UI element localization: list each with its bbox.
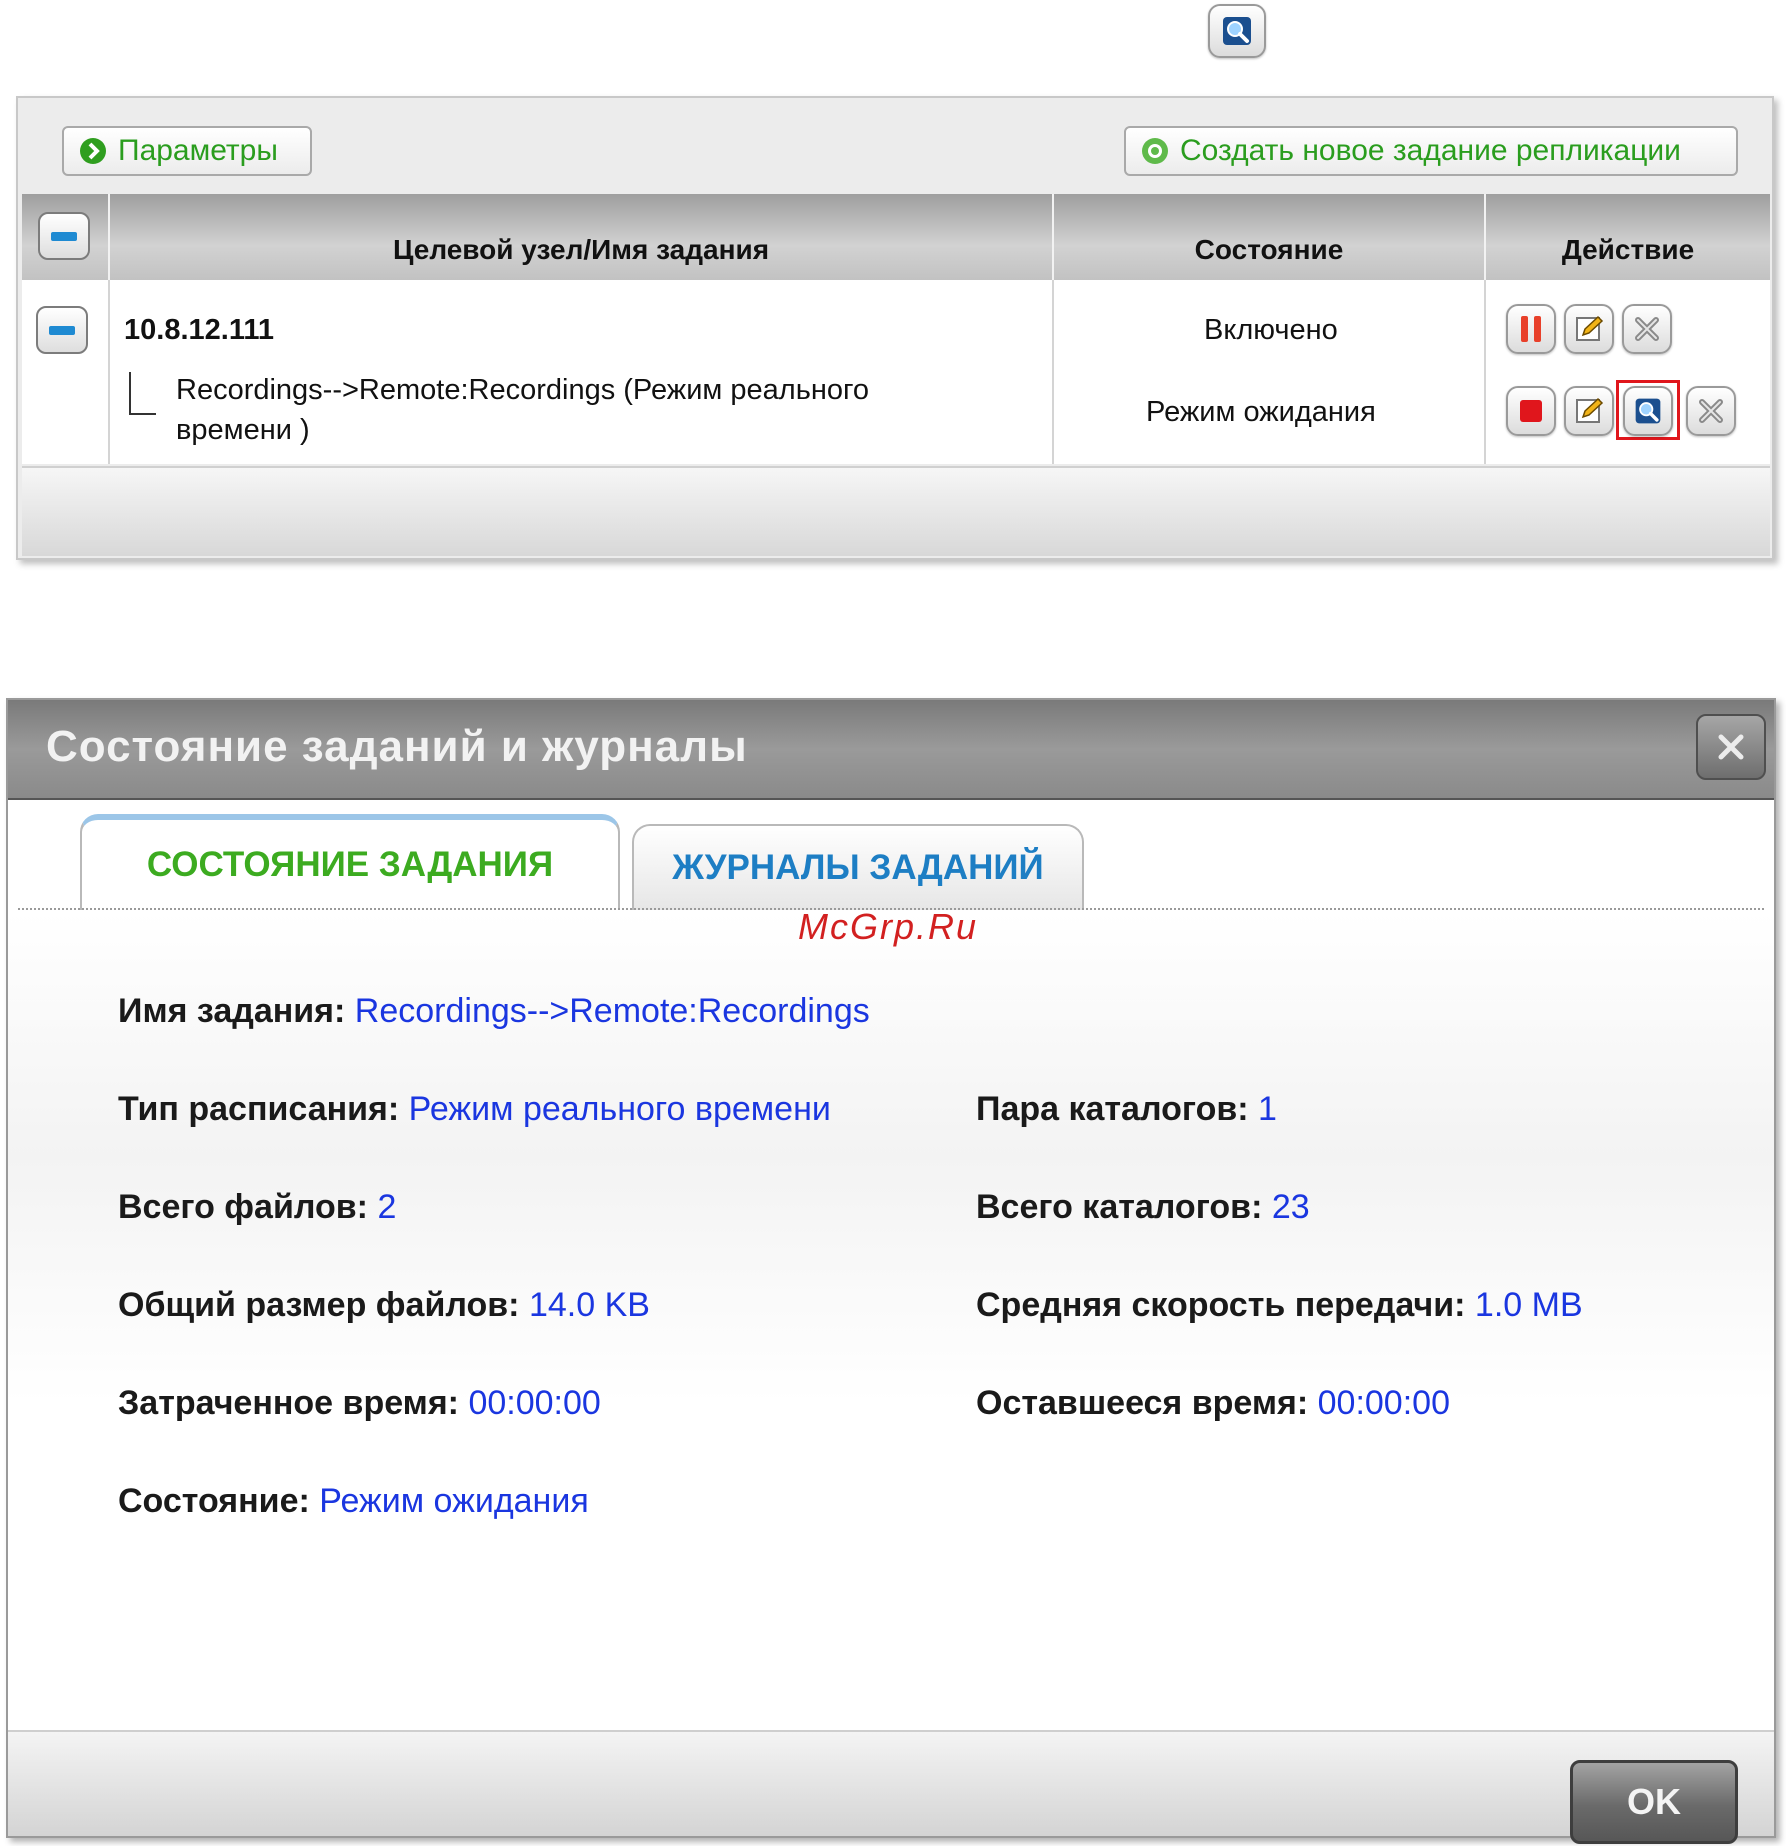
stop-job-button[interactable] <box>1506 386 1556 436</box>
parameters-button[interactable]: Параметры <box>62 126 312 176</box>
field-total-folders: Всего каталогов: 23 <box>976 1188 1310 1226</box>
delete-x-icon <box>1635 317 1659 341</box>
view-job-status-button[interactable] <box>1623 386 1673 436</box>
plus-circle-icon <box>1142 138 1168 164</box>
edit-pencil-icon <box>1576 397 1604 423</box>
watermark: McGrp.Ru <box>798 906 979 947</box>
dialog-body: Имя задания: Recordings-->Remote:Recordi… <box>8 912 1774 1730</box>
column-header-action: Действие <box>1561 234 1695 265</box>
close-button[interactable] <box>1696 714 1766 780</box>
delete-x-icon <box>1699 399 1723 423</box>
job-name-line1: Recordings-->Remote:Recordings (Режим ре… <box>176 374 870 406</box>
collapse-host-button[interactable] <box>36 306 88 354</box>
pause-button[interactable] <box>1506 304 1556 354</box>
magnifier-icon <box>1635 398 1661 424</box>
dialog-titlebar: Состояние заданий и журналы <box>8 700 1774 800</box>
edit-pencil-icon <box>1576 315 1604 341</box>
list-footer <box>22 466 1770 556</box>
field-schedule-type: Тип расписания: Режим реального времени <box>118 1090 831 1128</box>
header-collapse-cell <box>22 194 110 280</box>
field-elapsed-time: Затраченное время: 00:00:00 <box>118 1384 601 1422</box>
tab-job-status[interactable]: СОСТОЯНИЕ ЗАДАНИЯ <box>80 814 620 910</box>
view-details-icon-callout <box>1208 4 1266 58</box>
ok-button[interactable]: OK <box>1570 1760 1738 1844</box>
replication-jobs-table: Целевой узел/Имя задания Состояние Дейст… <box>22 194 1770 464</box>
host-name: 10.8.12.111 <box>124 314 274 346</box>
replication-list-panel: Параметры Создать новое задание репликац… <box>16 96 1774 560</box>
edit-host-button[interactable] <box>1564 304 1614 354</box>
create-replication-job-label: Создать новое задание репликации <box>1180 134 1681 167</box>
delete-host-button[interactable] <box>1622 304 1672 354</box>
magnifier-icon <box>1223 17 1251 45</box>
arrow-right-circle-icon <box>80 138 106 164</box>
pause-icon <box>1521 316 1541 342</box>
tree-branch-icon <box>129 372 156 415</box>
job-name-line2: времени ) <box>176 414 310 446</box>
host-state: Включено <box>1204 314 1338 346</box>
column-header-target: Целевой узел/Имя задания <box>110 194 1054 280</box>
dialog-footer: OK <box>8 1730 1774 1844</box>
field-folder-pairs: Пара каталогов: 1 <box>976 1090 1277 1128</box>
column-header-state: Состояние <box>1054 194 1486 280</box>
field-job-name: Имя задания: Recordings-->Remote:Recordi… <box>118 992 870 1030</box>
collapse-all-button[interactable] <box>38 212 90 260</box>
field-status: Состояние: Режим ожидания <box>118 1482 589 1520</box>
delete-job-button[interactable] <box>1686 386 1736 436</box>
minus-icon <box>51 231 77 241</box>
create-replication-job-button[interactable]: Создать новое задание репликации <box>1124 126 1738 176</box>
job-status-dialog: Состояние заданий и журналы Имя задания:… <box>6 698 1776 1844</box>
tab-job-logs[interactable]: ЖУРНАЛЫ ЗАДАНИЙ <box>632 824 1084 910</box>
dialog-title: Состояние заданий и журналы <box>46 722 748 771</box>
parameters-button-label: Параметры <box>118 134 278 167</box>
job-state: Режим ожидания <box>1146 396 1376 428</box>
close-icon <box>1718 734 1744 760</box>
stop-icon <box>1520 400 1542 422</box>
field-remaining-time: Оставшееся время: 00:00:00 <box>976 1384 1450 1422</box>
table-header: Целевой узел/Имя задания Состояние Дейст… <box>22 194 1770 280</box>
minus-icon <box>49 325 75 335</box>
field-total-size: Общий размер файлов: 14.0 KB <box>118 1286 650 1324</box>
job-name-value: Recordings-->Remote:Recordings <box>354 992 870 1030</box>
field-avg-speed: Средняя скорость передачи: 1.0 MB <box>976 1286 1583 1324</box>
field-total-files: Всего файлов: 2 <box>118 1188 397 1226</box>
edit-job-button[interactable] <box>1564 386 1614 436</box>
